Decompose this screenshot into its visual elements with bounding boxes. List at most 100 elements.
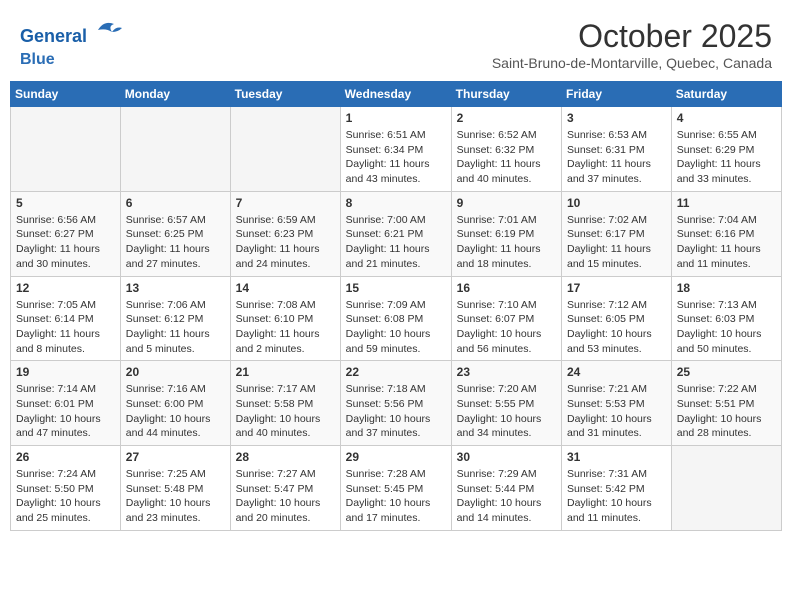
- logo-blue: Blue: [20, 51, 55, 68]
- day-number: 10: [567, 196, 666, 210]
- day-number: 27: [126, 450, 225, 464]
- col-friday: Friday: [562, 82, 672, 107]
- table-row: 21 Sunrise: 7:17 AM Sunset: 5:58 PM Dayli…: [230, 361, 340, 446]
- day-info: Sunrise: 7:20 AM Sunset: 5:55 PM Dayligh…: [457, 382, 556, 441]
- table-row: 6Sunrise: 6:57 AM Sunset: 6:25 PM Daylig…: [120, 191, 230, 276]
- day-number: 8: [346, 196, 446, 210]
- table-row: 26Sunrise: 7:24 AM Sunset: 5:50 PM Dayli…: [11, 446, 121, 531]
- day-info: Sunrise: 7:24 AM Sunset: 5:50 PM Dayligh…: [16, 467, 115, 526]
- day-info: Sunrise: 7:00 AM Sunset: 6:21 PM Dayligh…: [346, 213, 446, 272]
- day-number: 15: [346, 281, 446, 295]
- day-info: Sunrise: 7:09 AM Sunset: 6:08 PM Dayligh…: [346, 298, 446, 357]
- table-row: 1 Sunrise: 6:51 AM Sunset: 6:34 PM Daylig…: [340, 107, 451, 192]
- day-info: Sunrise: 6:59 AM Sunset: 6:23 PM Dayligh…: [236, 213, 335, 272]
- day-info: Sunrise: 7:29 AM Sunset: 5:44 PM Dayligh…: [457, 467, 556, 526]
- day-info: Sunrise: 7:06 AM Sunset: 6:12 PM Dayligh…: [126, 298, 225, 357]
- day-info: Sunrise: 7:27 AM Sunset: 5:47 PM Dayligh…: [236, 467, 335, 526]
- table-row: 9 Sunrise: 7:01 AM Sunset: 6:19 PM Daylig…: [451, 191, 561, 276]
- table-row: 5 Sunrise: 6:56 AM Sunset: 6:27 PM Daylig…: [11, 191, 121, 276]
- day-number: 13: [126, 281, 225, 295]
- day-number: 1: [346, 111, 446, 125]
- day-info: Sunrise: 7:31 AM Sunset: 5:42 PM Dayligh…: [567, 467, 666, 526]
- day-info: Sunrise: 7:05 AM Sunset: 6:14 PM Dayligh…: [16, 298, 115, 357]
- table-row: 22Sunrise: 7:18 AM Sunset: 5:56 PM Dayli…: [340, 361, 451, 446]
- day-info: Sunrise: 7:16 AM Sunset: 6:00 PM Dayligh…: [126, 382, 225, 441]
- calendar-week-row: 12 Sunrise: 7:05 AM Sunset: 6:14 PM Dayli…: [11, 276, 782, 361]
- day-number: 14: [236, 281, 335, 295]
- logo-bird-icon: [94, 18, 122, 42]
- day-number: 28: [236, 450, 335, 464]
- day-info: Sunrise: 7:21 AM Sunset: 5:53 PM Dayligh…: [567, 382, 666, 441]
- table-row: 14 Sunrise: 7:08 AM Sunset: 6:10 PM Dayli…: [230, 276, 340, 361]
- table-row: 11 Sunrise: 7:04 AM Sunset: 6:16 PM Dayli…: [671, 191, 781, 276]
- day-number: 3: [567, 111, 666, 125]
- page-header: General Blue October 2025 Saint-Bruno-de…: [10, 10, 782, 75]
- col-saturday: Saturday: [671, 82, 781, 107]
- col-tuesday: Tuesday: [230, 82, 340, 107]
- day-number: 24: [567, 365, 666, 379]
- col-monday: Monday: [120, 82, 230, 107]
- day-number: 20: [126, 365, 225, 379]
- table-row: 28 Sunrise: 7:27 AM Sunset: 5:47 PM Dayli…: [230, 446, 340, 531]
- day-info: Sunrise: 7:28 AM Sunset: 5:45 PM Dayligh…: [346, 467, 446, 526]
- table-row: 24 Sunrise: 7:21 AM Sunset: 5:53 PM Dayli…: [562, 361, 672, 446]
- day-info: Sunrise: 6:51 AM Sunset: 6:34 PM Dayligh…: [346, 128, 446, 187]
- table-row: 27 Sunrise: 7:25 AM Sunset: 5:48 PM Dayli…: [120, 446, 230, 531]
- day-number: 31: [567, 450, 666, 464]
- table-row: 12 Sunrise: 7:05 AM Sunset: 6:14 PM Dayli…: [11, 276, 121, 361]
- table-row: [671, 446, 781, 531]
- table-row: [230, 107, 340, 192]
- day-number: 7: [236, 196, 335, 210]
- table-row: 20 Sunrise: 7:16 AM Sunset: 6:00 PM Dayli…: [120, 361, 230, 446]
- table-row: 15 Sunrise: 7:09 AM Sunset: 6:08 PM Dayli…: [340, 276, 451, 361]
- calendar-header-row: Sunday Monday Tuesday Wednesday Thursday…: [11, 82, 782, 107]
- day-number: 4: [677, 111, 776, 125]
- table-row: 10Sunrise: 7:02 AM Sunset: 6:17 PM Dayli…: [562, 191, 672, 276]
- month-title: October 2025: [492, 18, 772, 55]
- day-info: Sunrise: 6:53 AM Sunset: 6:31 PM Dayligh…: [567, 128, 666, 187]
- day-info: Sunrise: 7:08 AM Sunset: 6:10 PM Dayligh…: [236, 298, 335, 357]
- table-row: 16Sunrise: 7:10 AM Sunset: 6:07 PM Dayli…: [451, 276, 561, 361]
- day-number: 12: [16, 281, 115, 295]
- table-row: 4 Sunrise: 6:55 AM Sunset: 6:29 PM Daylig…: [671, 107, 781, 192]
- table-row: 25 Sunrise: 7:22 AM Sunset: 5:51 PM Dayli…: [671, 361, 781, 446]
- title-block: October 2025 Saint-Bruno-de-Montarville,…: [492, 18, 772, 71]
- table-row: 3 Sunrise: 6:53 AM Sunset: 6:31 PM Daylig…: [562, 107, 672, 192]
- table-row: 18Sunrise: 7:13 AM Sunset: 6:03 PM Dayli…: [671, 276, 781, 361]
- day-info: Sunrise: 7:10 AM Sunset: 6:07 PM Dayligh…: [457, 298, 556, 357]
- table-row: 17 Sunrise: 7:12 AM Sunset: 6:05 PM Dayli…: [562, 276, 672, 361]
- calendar-week-row: 1 Sunrise: 6:51 AM Sunset: 6:34 PM Daylig…: [11, 107, 782, 192]
- table-row: 7 Sunrise: 6:59 AM Sunset: 6:23 PM Daylig…: [230, 191, 340, 276]
- table-row: 19Sunrise: 7:14 AM Sunset: 6:01 PM Dayli…: [11, 361, 121, 446]
- table-row: 2Sunrise: 6:52 AM Sunset: 6:32 PM Daylig…: [451, 107, 561, 192]
- day-info: Sunrise: 7:25 AM Sunset: 5:48 PM Dayligh…: [126, 467, 225, 526]
- day-number: 5: [16, 196, 115, 210]
- logo-general: General: [20, 26, 87, 46]
- day-info: Sunrise: 7:22 AM Sunset: 5:51 PM Dayligh…: [677, 382, 776, 441]
- day-info: Sunrise: 6:56 AM Sunset: 6:27 PM Dayligh…: [16, 213, 115, 272]
- day-number: 11: [677, 196, 776, 210]
- day-info: Sunrise: 7:14 AM Sunset: 6:01 PM Dayligh…: [16, 382, 115, 441]
- day-info: Sunrise: 7:17 AM Sunset: 5:58 PM Dayligh…: [236, 382, 335, 441]
- table-row: [11, 107, 121, 192]
- day-number: 9: [457, 196, 556, 210]
- col-sunday: Sunday: [11, 82, 121, 107]
- col-wednesday: Wednesday: [340, 82, 451, 107]
- calendar-week-row: 19Sunrise: 7:14 AM Sunset: 6:01 PM Dayli…: [11, 361, 782, 446]
- day-info: Sunrise: 7:04 AM Sunset: 6:16 PM Dayligh…: [677, 213, 776, 272]
- day-number: 17: [567, 281, 666, 295]
- day-number: 30: [457, 450, 556, 464]
- day-number: 21: [236, 365, 335, 379]
- day-info: Sunrise: 7:12 AM Sunset: 6:05 PM Dayligh…: [567, 298, 666, 357]
- table-row: 8 Sunrise: 7:00 AM Sunset: 6:21 PM Daylig…: [340, 191, 451, 276]
- day-info: Sunrise: 6:55 AM Sunset: 6:29 PM Dayligh…: [677, 128, 776, 187]
- day-info: Sunrise: 7:13 AM Sunset: 6:03 PM Dayligh…: [677, 298, 776, 357]
- location-title: Saint-Bruno-de-Montarville, Quebec, Cana…: [492, 55, 772, 71]
- calendar-week-row: 5 Sunrise: 6:56 AM Sunset: 6:27 PM Daylig…: [11, 191, 782, 276]
- day-info: Sunrise: 7:01 AM Sunset: 6:19 PM Dayligh…: [457, 213, 556, 272]
- table-row: 31 Sunrise: 7:31 AM Sunset: 5:42 PM Dayli…: [562, 446, 672, 531]
- calendar-week-row: 26Sunrise: 7:24 AM Sunset: 5:50 PM Dayli…: [11, 446, 782, 531]
- table-row: 30 Sunrise: 7:29 AM Sunset: 5:44 PM Dayli…: [451, 446, 561, 531]
- day-info: Sunrise: 6:52 AM Sunset: 6:32 PM Dayligh…: [457, 128, 556, 187]
- day-number: 25: [677, 365, 776, 379]
